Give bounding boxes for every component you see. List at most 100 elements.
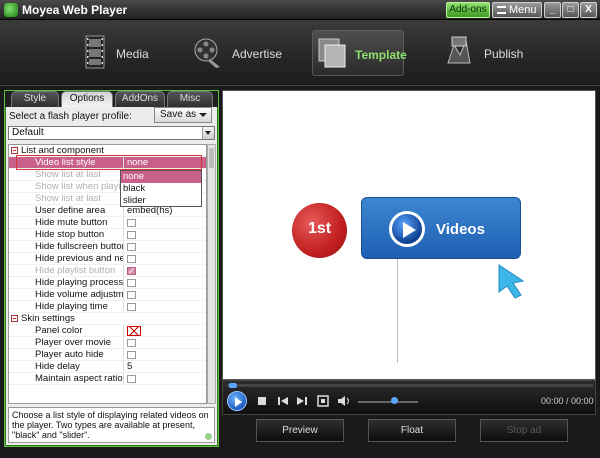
grid-row-label: Panel color — [9, 325, 123, 337]
grid-row-label: User define area — [9, 205, 123, 217]
grid-category[interactable]: Skin settings — [9, 313, 206, 325]
tool-media[interactable]: Media — [78, 30, 168, 76]
app-logo-icon — [4, 3, 18, 17]
description-text: Choose a list style of displaying relate… — [12, 410, 209, 440]
scrollbar-thumb[interactable] — [209, 148, 214, 168]
profile-select[interactable]: Default — [8, 126, 215, 140]
seek-knob[interactable] — [229, 383, 237, 388]
float-button[interactable]: Float — [368, 419, 456, 442]
tool-template[interactable]: Template — [312, 30, 407, 76]
tab-misc[interactable]: Misc — [167, 91, 213, 107]
tab-addons[interactable]: AddOns — [115, 91, 165, 107]
videos-button[interactable]: Videos — [361, 197, 521, 259]
grid-row[interactable]: Hide mute button — [9, 217, 206, 229]
main-toolbar: Media Advertise Template Publish — [0, 20, 600, 86]
grid-scrollbar[interactable] — [207, 144, 216, 404]
publish-icon — [447, 36, 471, 64]
tab-style[interactable]: Style — [11, 91, 59, 107]
grid-row-value — [123, 301, 206, 313]
options-panel: Select a flash player profile: Save as D… — [6, 107, 217, 445]
grid-row-label: List and component — [9, 145, 206, 157]
seek-bar[interactable] — [227, 383, 593, 388]
grid-row[interactable]: Video list style none — [9, 157, 206, 169]
dropdown-option[interactable]: slider — [121, 195, 201, 207]
previous-icon[interactable] — [277, 396, 289, 406]
grid-row[interactable]: Hide previous and ne... — [9, 253, 206, 265]
grid-row[interactable]: Hide playing process ... — [9, 277, 206, 289]
grid-row[interactable]: Hide delay 5 — [9, 361, 206, 373]
grid-row-label: Show list at last — [9, 193, 123, 205]
minimize-button[interactable]: _ — [544, 2, 561, 18]
stop-icon[interactable] — [257, 396, 267, 406]
settings-tabs: Style Options AddOns Misc — [5, 91, 218, 107]
addons-button[interactable]: Add-ons — [446, 2, 490, 18]
video-list-style-dropdown[interactable]: none black slider — [120, 170, 202, 207]
grid-row-value — [123, 277, 206, 289]
grid-row[interactable]: Hide playlist button — [9, 265, 206, 277]
grid-row[interactable]: Hide stop button — [9, 229, 206, 241]
volume-icon[interactable] — [337, 395, 351, 407]
film-reel-icon — [194, 38, 220, 68]
grid-row-label: Hide playing time — [9, 301, 123, 313]
preview-button[interactable]: Preview — [256, 419, 344, 442]
grid-row-label: Hide volume adjustme... — [9, 289, 123, 301]
grid-row[interactable]: Player over movie — [9, 337, 206, 349]
grid-row-label: Skin settings — [9, 313, 206, 325]
resize-icon[interactable] — [205, 433, 212, 440]
tool-publish-label: Publish — [484, 47, 524, 61]
play-button[interactable] — [227, 391, 247, 411]
checkbox[interactable] — [127, 375, 136, 383]
grid-row-value — [123, 253, 206, 265]
grid-row-label: Show list when playing — [9, 181, 123, 193]
grid-row-value[interactable]: 5 — [123, 361, 206, 373]
grid-row-value — [123, 349, 206, 361]
checkbox[interactable] — [127, 279, 136, 287]
volume-knob[interactable] — [391, 397, 398, 404]
checkbox[interactable] — [127, 231, 136, 239]
save-as-button[interactable]: Save as — [154, 107, 212, 123]
tool-advertise[interactable]: Advertise — [190, 30, 290, 76]
grid-row-value — [123, 325, 206, 337]
fullscreen-icon[interactable] — [317, 395, 329, 407]
dropdown-option[interactable]: none — [121, 171, 201, 183]
profile-label: Select a flash player profile: — [9, 111, 132, 122]
play-icon — [389, 211, 425, 247]
grid-row[interactable]: Player auto hide — [9, 349, 206, 361]
grid-row[interactable]: Hide playing time — [9, 301, 206, 313]
next-icon[interactable] — [296, 396, 308, 406]
grid-row-value — [123, 241, 206, 253]
color-swatch[interactable] — [127, 326, 141, 336]
video-list-style-select[interactable]: none — [123, 157, 206, 169]
checkbox[interactable] — [127, 339, 136, 347]
divider-line — [397, 243, 398, 363]
grid-row-label: Hide stop button — [9, 229, 123, 241]
grid-row-label: Video list style — [9, 157, 123, 169]
first-badge-label: 1st — [307, 220, 332, 237]
checkbox[interactable] — [127, 219, 136, 227]
checkbox[interactable] — [127, 291, 136, 299]
menu-button[interactable]: Menu — [492, 2, 542, 18]
dropdown-option[interactable]: black — [121, 183, 201, 195]
checkbox[interactable] — [127, 303, 136, 311]
tab-options[interactable]: Options — [61, 91, 113, 107]
grid-row-label: Hide previous and ne... — [9, 253, 123, 265]
grid-row[interactable]: Maintain aspect ratio — [9, 373, 206, 385]
grid-row-label: Hide playing process ... — [9, 277, 123, 289]
checkbox[interactable] — [127, 255, 136, 263]
grid-row[interactable]: Panel color — [9, 325, 206, 337]
stop-ad-button[interactable]: Stop ad — [480, 419, 568, 442]
grid-row[interactable]: Hide fullscreen button — [9, 241, 206, 253]
checkbox[interactable] — [127, 265, 136, 276]
grid-row[interactable]: Hide volume adjustme... — [9, 289, 206, 301]
volume-slider[interactable] — [358, 401, 418, 403]
tool-publish[interactable]: Publish — [440, 30, 530, 76]
grid-category[interactable]: List and component — [9, 145, 206, 157]
player-controls: 00:00 / 00:00 — [222, 380, 596, 415]
chevron-down-icon — [199, 113, 207, 117]
grid-row-label: Player over movie — [9, 337, 123, 349]
close-button[interactable]: X — [580, 2, 597, 18]
checkbox[interactable] — [127, 243, 136, 251]
save-as-label: Save as — [160, 109, 197, 120]
checkbox[interactable] — [127, 351, 136, 359]
maximize-button[interactable]: □ — [562, 2, 579, 18]
